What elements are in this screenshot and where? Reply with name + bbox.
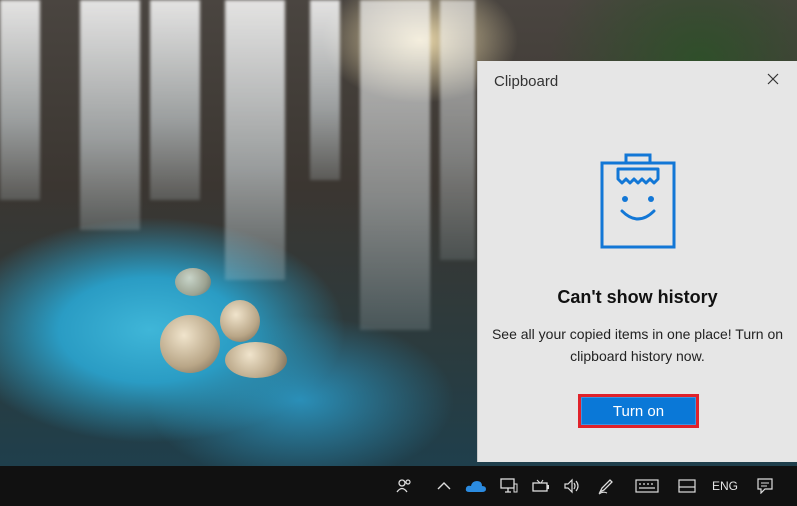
- close-icon: [767, 73, 779, 85]
- empty-state-heading: Can't show history: [557, 287, 718, 307]
- pen-icon[interactable]: [595, 475, 617, 497]
- empty-state-description: See all your copied items in one place! …: [491, 326, 784, 364]
- chevron-up-icon[interactable]: [434, 475, 454, 497]
- taskbar: ENG: [0, 466, 797, 506]
- turn-on-label: Turn on: [581, 397, 696, 425]
- turn-on-button[interactable]: Turn on: [578, 394, 699, 428]
- battery-icon[interactable]: [530, 475, 552, 497]
- volume-icon[interactable]: [561, 475, 583, 497]
- flyout-title: Clipboard: [494, 73, 559, 90]
- clipboard-illustration-icon: [600, 153, 676, 249]
- people-icon[interactable]: [394, 475, 414, 497]
- network-icon[interactable]: [498, 475, 520, 497]
- close-button[interactable]: [761, 67, 785, 91]
- touch-keyboard-icon[interactable]: [634, 475, 660, 497]
- notifications-icon[interactable]: [754, 475, 776, 497]
- language-indicator[interactable]: ENG: [708, 475, 742, 497]
- clipboard-flyout: Clipboard Can't show history See all you…: [477, 61, 797, 462]
- tablet-mode-icon[interactable]: [676, 475, 698, 497]
- onedrive-icon[interactable]: [464, 475, 488, 497]
